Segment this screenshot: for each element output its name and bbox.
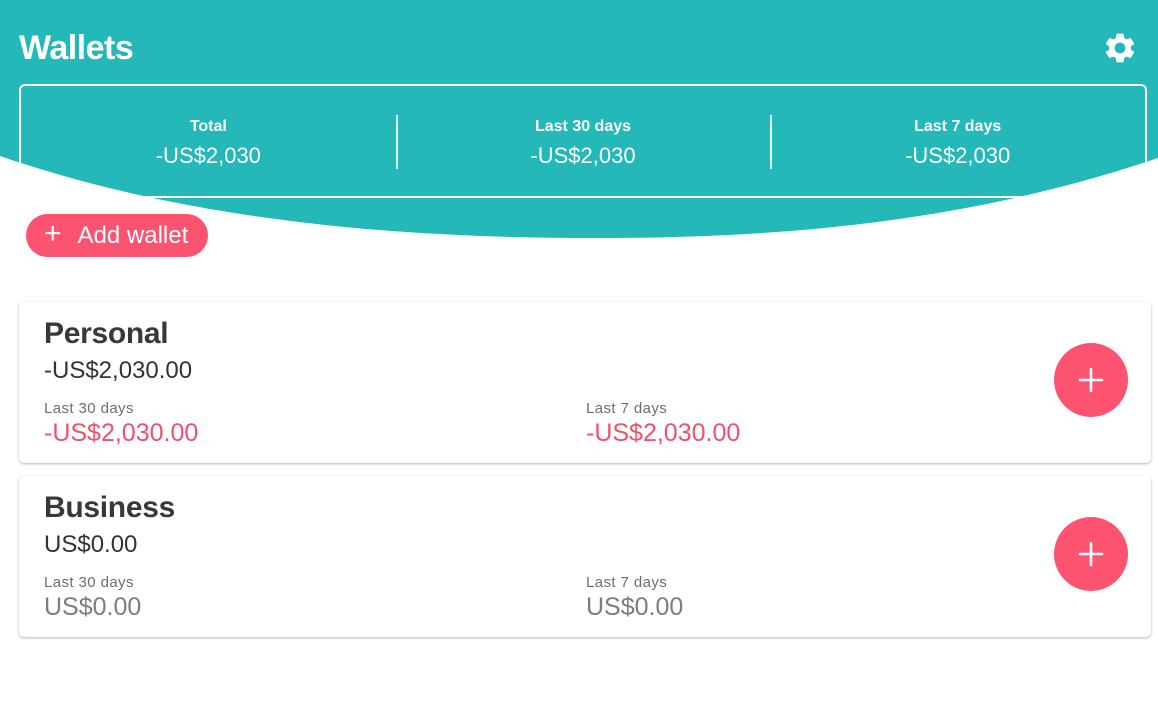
stat-label: Last 30 days bbox=[44, 574, 134, 591]
stat-label: Last 7 days bbox=[586, 574, 668, 591]
wallet-last-30-days: Last 30 days US$0.00 bbox=[44, 574, 141, 622]
wallet-last-7-days: Last 7 days -US$2,030.00 bbox=[586, 400, 740, 448]
wallet-last-7-days: Last 7 days US$0.00 bbox=[586, 574, 683, 622]
summary-last-7-value: -US$2,030 bbox=[905, 143, 1011, 168]
wallet-name: Personal bbox=[44, 317, 169, 350]
stat-value: -US$2,030.00 bbox=[44, 419, 199, 447]
plus-icon bbox=[1078, 541, 1104, 567]
add-transaction-button[interactable] bbox=[1054, 517, 1128, 591]
summary-total-label: Total bbox=[189, 118, 227, 135]
stat-value: US$0.00 bbox=[44, 593, 142, 621]
page-title: Wallets bbox=[19, 29, 134, 67]
stat-value: -US$2,030.00 bbox=[586, 419, 741, 447]
wallets-screen: Wallets Total -US$2,030 Last 30 days -US… bbox=[0, 0, 1158, 718]
summary-last-7-label: Last 7 days bbox=[914, 118, 1002, 135]
wallet-balance: US$0.00 bbox=[44, 531, 138, 558]
wallet-name: Business bbox=[44, 491, 175, 524]
plus-icon bbox=[1078, 367, 1104, 393]
wallet-card-personal[interactable]: Personal -US$2,030.00 Last 30 days -US$2… bbox=[19, 302, 1151, 463]
add-transaction-button[interactable] bbox=[1054, 343, 1128, 417]
summary-panel: Total -US$2,030 Last 30 days -US$2,030 L… bbox=[19, 84, 1147, 198]
summary-last-30-days: Last 30 days -US$2,030 bbox=[395, 86, 771, 196]
wallet-balance: -US$2,030.00 bbox=[44, 357, 193, 384]
summary-last-7-days: Last 7 days -US$2,030 bbox=[770, 86, 1145, 196]
stat-label: Last 30 days bbox=[44, 400, 134, 417]
summary-total: Total -US$2,030 bbox=[21, 86, 396, 196]
add-wallet-label: Add wallet bbox=[77, 221, 189, 249]
gear-icon bbox=[1105, 33, 1135, 63]
stat-value: US$0.00 bbox=[586, 593, 684, 621]
wallet-card-business[interactable]: Business US$0.00 Last 30 days US$0.00 La… bbox=[19, 476, 1151, 637]
settings-button[interactable] bbox=[1102, 30, 1138, 66]
summary-last-30-label: Last 30 days bbox=[534, 118, 632, 135]
add-wallet-button[interactable]: + Add wallet bbox=[26, 214, 209, 257]
stat-label: Last 7 days bbox=[586, 400, 668, 417]
wallet-last-30-days: Last 30 days -US$2,030.00 bbox=[44, 400, 198, 448]
plus-icon: + bbox=[44, 216, 62, 250]
summary-total-value: -US$2,030 bbox=[155, 143, 261, 168]
summary-last-30-value: -US$2,030 bbox=[530, 143, 636, 168]
